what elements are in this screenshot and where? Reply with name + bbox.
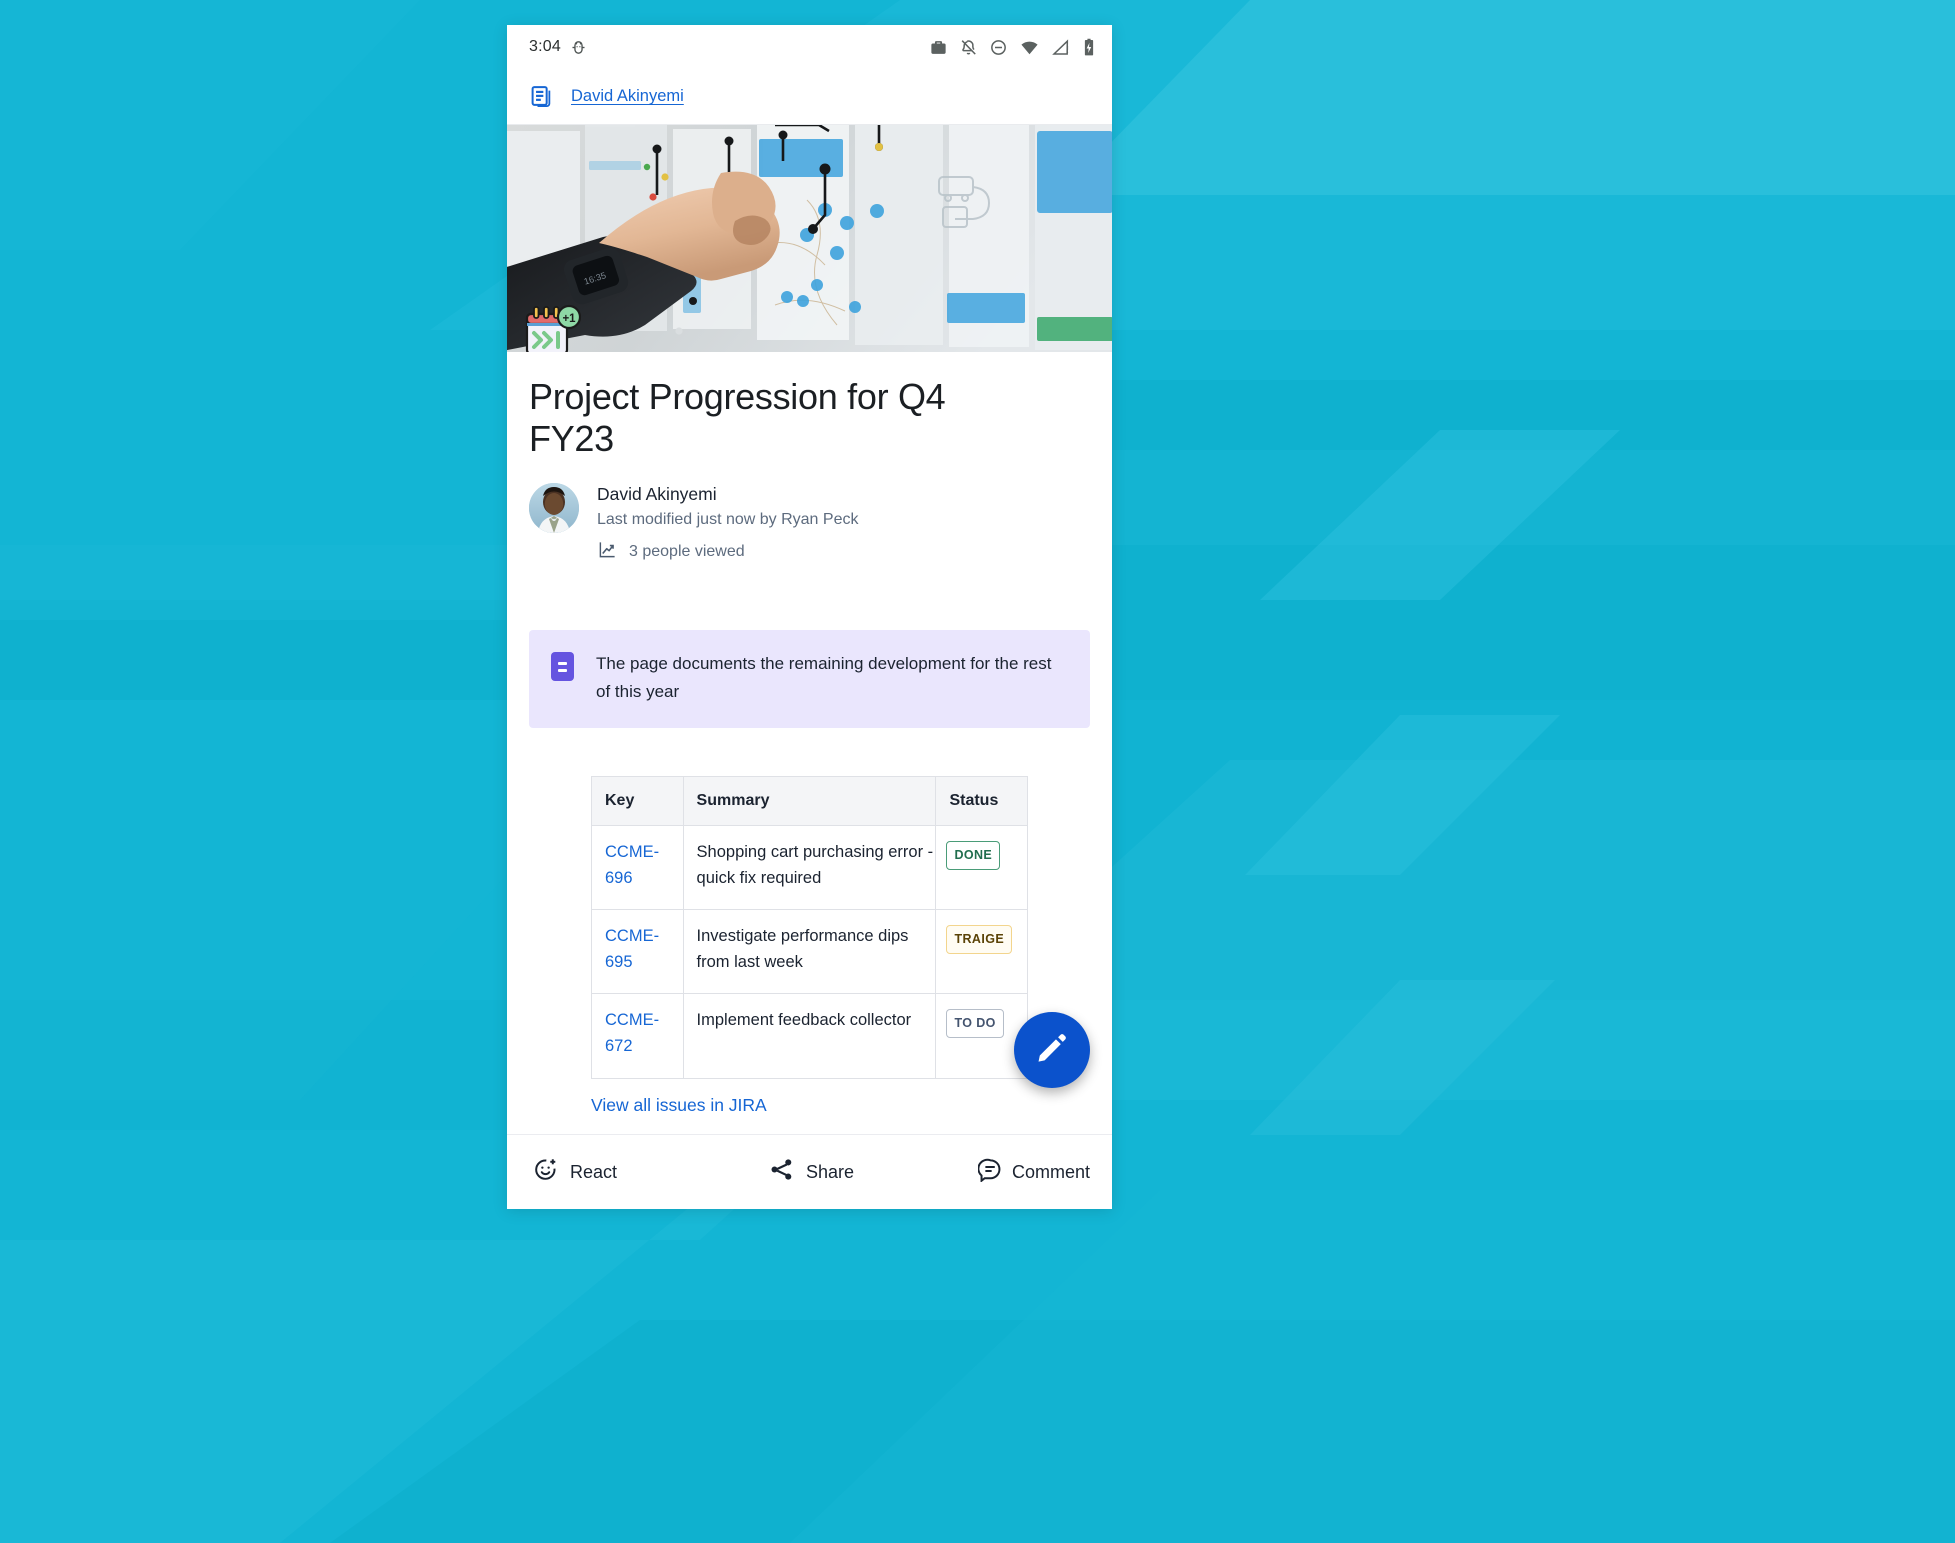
last-modified-text: Last modified just now by Ryan Peck — [597, 511, 859, 529]
briefcase-icon — [929, 38, 948, 57]
comment-button[interactable]: Comment — [904, 1157, 1112, 1187]
android-bug-icon — [570, 38, 587, 57]
note-panel-icon — [551, 652, 574, 682]
issue-key-cell[interactable]: CCME-696 — [591, 825, 684, 911]
column-header-summary: Summary — [682, 776, 937, 827]
wifi-icon — [1019, 38, 1040, 57]
issue-status-cell: TO DO — [935, 993, 1028, 1079]
table-row: CCME-696 Shopping cart purchasing error … — [591, 825, 1028, 911]
issues-table-wrapper: Key Summary Status CCME-696 Shopping car… — [529, 776, 1090, 1115]
pencil-edit-icon — [1035, 1031, 1069, 1070]
status-badge: TRAIGE — [946, 925, 1013, 954]
issue-summary-cell: Investigate performance dips from last w… — [682, 909, 937, 995]
cell-signal-warning-icon — [1051, 38, 1071, 57]
issue-key-link[interactable]: CCME-695 — [605, 927, 659, 971]
issue-status-cell: DONE — [935, 825, 1028, 911]
share-button[interactable]: Share — [719, 1157, 905, 1187]
issue-key-link[interactable]: CCME-672 — [605, 1011, 659, 1055]
phone-screen: 3:04 David Akinyemi 16:35 +1 Project Pro… — [507, 25, 1112, 1209]
issue-summary-cell: Shopping cart purchasing error - quick f… — [682, 825, 937, 911]
page-stack-icon — [529, 84, 555, 110]
column-header-status: Status — [935, 776, 1028, 827]
breadcrumb-link[interactable]: David Akinyemi — [571, 87, 684, 106]
react-button[interactable]: React — [507, 1157, 719, 1187]
table-header-row: Key Summary Status — [591, 776, 1028, 827]
table-row: CCME-695 Investigate performance dips fr… — [591, 909, 1028, 995]
bottom-action-bar: React Share Comment — [507, 1134, 1112, 1209]
issue-summary-cell: Implement feedback collector — [682, 993, 937, 1079]
page-content: Project Progression for Q4 FY23 David Ak… — [507, 352, 1112, 1209]
notifications-off-icon — [959, 38, 978, 57]
edit-fab-button[interactable] — [1014, 1012, 1090, 1088]
add-reaction-icon — [533, 1157, 558, 1187]
page-title: Project Progression for Q4 FY23 — [529, 376, 946, 460]
table-row: CCME-672 Implement feedback collector TO… — [591, 993, 1028, 1079]
battery-charging-icon — [1082, 38, 1096, 57]
status-bar-icons — [929, 38, 1096, 57]
share-icon — [769, 1157, 794, 1187]
app-header: David Akinyemi — [507, 69, 1112, 125]
view-count-row[interactable]: 3 people viewed — [597, 540, 858, 564]
author-name: David Akinyemi — [597, 483, 717, 504]
do-not-disturb-icon — [989, 38, 1008, 57]
comment-icon — [977, 1157, 1003, 1187]
view-count-label: 3 people viewed — [629, 543, 745, 561]
info-panel: The page documents the remaining develop… — [529, 630, 1090, 729]
trending-up-icon — [597, 540, 618, 564]
status-bar-time: 3:04 — [529, 38, 561, 55]
reaction-count-label: +1 — [562, 313, 576, 325]
cover-image: 16:35 +1 — [507, 125, 1112, 352]
status-badge: TO DO — [946, 1009, 1004, 1038]
issue-key-link[interactable]: CCME-696 — [605, 843, 659, 887]
react-button-label: React — [570, 1161, 618, 1182]
status-bar: 3:04 — [507, 25, 1112, 69]
info-panel-text: The page documents the remaining develop… — [596, 654, 1052, 702]
reaction-sticker[interactable]: +1 — [523, 304, 581, 352]
status-badge: DONE — [946, 841, 1001, 870]
avatar[interactable] — [529, 482, 579, 533]
column-header-key: Key — [591, 776, 684, 827]
issues-table: Key Summary Status CCME-696 Shopping car… — [591, 776, 1028, 1079]
byline: David Akinyemi Last modified just now by… — [529, 481, 1090, 564]
comment-button-label: Comment — [1011, 1161, 1091, 1182]
share-button-label: Share — [805, 1161, 855, 1182]
issue-status-cell: TRAIGE — [935, 909, 1028, 995]
issue-key-cell[interactable]: CCME-672 — [591, 993, 684, 1079]
view-all-issues-link[interactable]: View all issues in JIRA — [591, 1095, 1028, 1116]
issue-key-cell[interactable]: CCME-695 — [591, 909, 684, 995]
